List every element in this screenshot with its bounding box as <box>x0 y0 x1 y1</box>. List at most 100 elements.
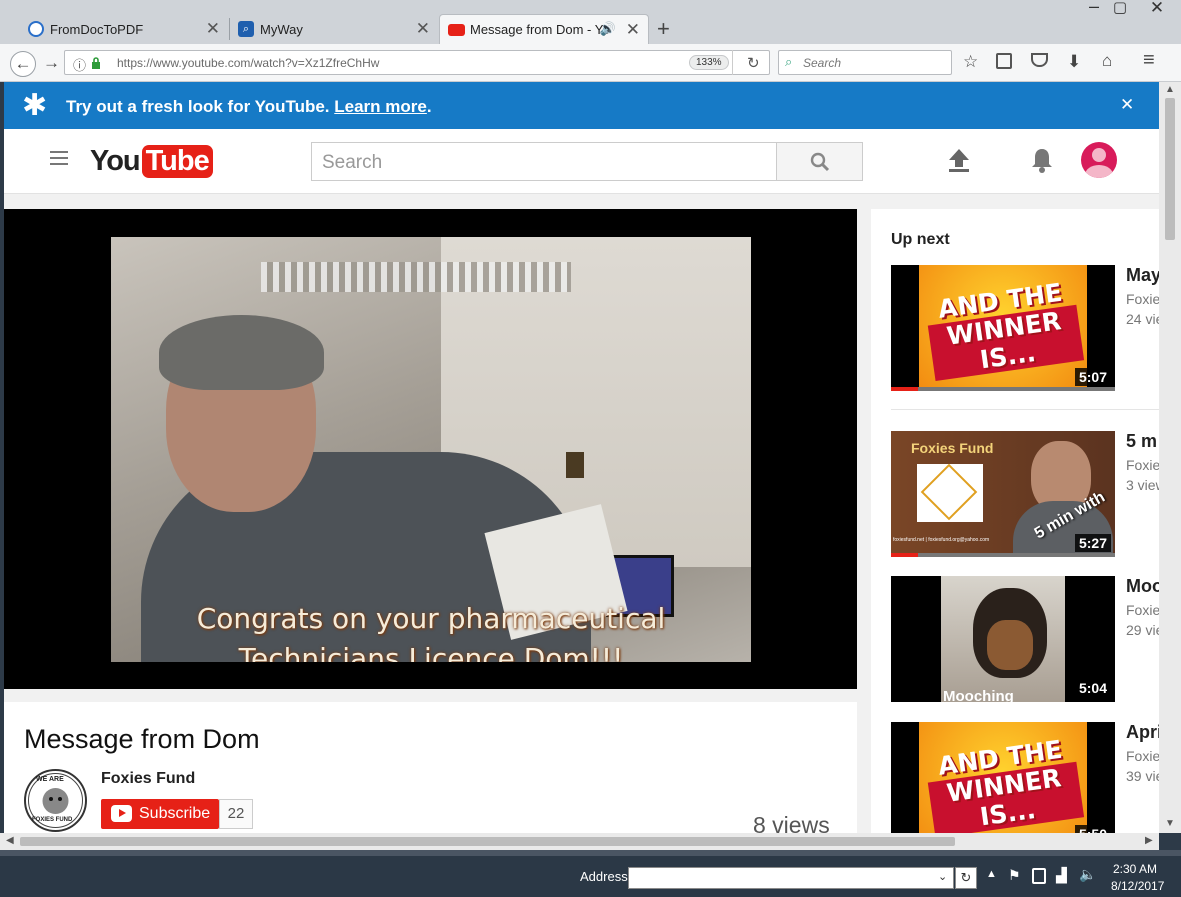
duration-badge: 5:07 <box>1074 368 1111 386</box>
view-count: 8 views <box>753 812 830 833</box>
watch-progress <box>891 387 918 391</box>
address-toolbar-input[interactable]: ⌄ <box>628 867 954 889</box>
browser-tab-bar: FromDocToPDF ✕ ⌕ MyWay ✕ Message from Do… <box>0 0 1181 44</box>
horizontal-scrollbar[interactable]: ◀ ▶ <box>0 833 1159 850</box>
rec-views: 3 view <box>1126 477 1159 493</box>
rec-views: 24 vie <box>1126 311 1159 327</box>
close-icon[interactable]: ✕ <box>416 19 430 39</box>
fromdoctopdf-icon <box>28 21 44 37</box>
vertical-scrollbar[interactable]: ▲ ▼ <box>1159 82 1181 833</box>
youtube-play-icon <box>111 805 132 822</box>
bookmark-star-icon[interactable]: ☆ <box>963 52 978 72</box>
rec-title[interactable]: Apri <box>1126 722 1159 743</box>
search-icon <box>810 152 830 172</box>
volume-icon[interactable]: 🔈 <box>1079 866 1096 883</box>
watch-progress <box>891 553 918 557</box>
rec-title[interactable]: Moo <box>1126 576 1159 597</box>
reload-icon[interactable]: ↻ <box>747 54 760 72</box>
asterisk-icon: ✱ <box>22 89 48 122</box>
horizontal-scroll-thumb[interactable] <box>20 837 955 846</box>
scroll-down-icon[interactable]: ▼ <box>1165 818 1175 829</box>
close-banner-icon[interactable]: ✕ <box>1120 95 1134 115</box>
rec-views: 39 vie <box>1126 768 1159 784</box>
battery-icon[interactable] <box>1032 868 1046 884</box>
foxies-fund-logo <box>917 463 983 522</box>
search-placeholder: Search <box>322 152 383 173</box>
tab-youtube-active[interactable]: Message from Dom - Yo 🔊 ✕ <box>439 14 649 44</box>
clock-time[interactable]: 2:30 AM <box>1113 862 1157 876</box>
speaker-icon[interactable]: 🔊 <box>600 21 616 37</box>
video-thumbnail[interactable]: Foxies Fund 5 min with foxiesfund.net | … <box>891 431 1115 557</box>
list-item[interactable]: AND THE WINNER IS... 5:50 Apri Foxie 39 … <box>891 722 1159 833</box>
learn-more-link[interactable]: Learn more <box>334 97 427 116</box>
wall-socket <box>566 452 584 478</box>
list-item[interactable]: Foxies Fund 5 min with foxiesfund.net | … <box>891 431 1159 557</box>
video-thumbnail[interactable]: AND THE WINNER IS... 5:50 <box>891 722 1115 833</box>
tab-fromdoctopdf[interactable]: FromDocToPDF ✕ <box>20 14 228 44</box>
list-item[interactable]: Mooching 5:04 Moo Foxie 29 vie <box>891 576 1159 702</box>
clock-date[interactable]: 8/12/2017 <box>1111 879 1164 893</box>
show-hidden-icons-chevron-icon[interactable]: ▲ <box>986 868 997 880</box>
upload-icon[interactable] <box>947 147 971 173</box>
rec-title[interactable]: May <box>1126 265 1159 286</box>
youtube-search-input[interactable]: Search <box>311 142 777 181</box>
address-label: Address <box>580 869 628 884</box>
rec-views: 29 vie <box>1126 622 1159 638</box>
channel-avatar[interactable]: WE ARE FOXIES FUND <box>24 769 87 832</box>
back-arrow-icon[interactable]: ← <box>10 51 36 77</box>
youtube-search-button[interactable] <box>776 142 863 181</box>
zoom-level-badge[interactable]: 133% <box>689 55 729 70</box>
close-icon[interactable]: ✕ <box>206 19 220 39</box>
myway-search-icon: ⌕ <box>238 21 254 37</box>
home-icon[interactable]: ⌂ <box>1102 51 1112 71</box>
windows-taskbar: Address ⌄ ↻ ▲ ⚑ ▟ 🔈 2:30 AM 8/12/2017 <box>0 856 1181 897</box>
window-close-icon[interactable]: ✕ <box>1142 0 1172 16</box>
search-engine-icon[interactable]: ⌕ <box>785 54 792 70</box>
rec-channel: Foxie <box>1126 291 1159 307</box>
download-icon[interactable]: ⬇ <box>1067 52 1081 72</box>
duration-badge: 5:50 <box>1074 825 1111 833</box>
close-icon[interactable]: ✕ <box>626 20 640 40</box>
youtube-logo[interactable]: You Tube <box>90 143 213 179</box>
pocket-icon[interactable] <box>1031 53 1048 67</box>
tab-myway[interactable]: ⌕ MyWay ✕ <box>230 14 438 44</box>
avatar-text-top: WE ARE <box>36 776 64 783</box>
video-frame: Congrats on your pharmaceutical Technici… <box>111 237 751 662</box>
vertical-scroll-thumb[interactable] <box>1165 98 1175 240</box>
tab-title: FromDocToPDF <box>50 21 144 37</box>
video-thumbnail[interactable]: Mooching 5:04 <box>891 576 1115 702</box>
account-avatar-icon[interactable] <box>1081 142 1117 178</box>
chevron-down-icon[interactable]: ⌄ <box>938 870 947 883</box>
notifications-bell-icon[interactable] <box>1030 146 1054 174</box>
shelf-rack <box>261 262 571 292</box>
scroll-left-icon[interactable]: ◀ <box>6 835 14 846</box>
network-signal-icon[interactable]: ▟ <box>1056 867 1067 884</box>
video-player[interactable]: Congrats on your pharmaceutical Technici… <box>4 209 857 689</box>
new-tab-icon[interactable]: + <box>657 16 670 42</box>
browser-search-input[interactable]: ⌕ Search <box>778 50 952 75</box>
menu-hamburger-icon[interactable]: ≡ <box>1143 50 1155 70</box>
scroll-right-icon[interactable]: ▶ <box>1145 835 1153 846</box>
subscribe-button[interactable]: Subscribe <box>101 799 219 829</box>
go-refresh-icon[interactable]: ↻ <box>955 867 977 889</box>
action-center-flag-icon[interactable]: ⚑ <box>1008 867 1021 884</box>
guide-menu-icon[interactable] <box>50 151 68 165</box>
info-icon[interactable]: ⓘ <box>73 55 86 74</box>
video-thumbnail[interactable]: AND THE WINNER IS... 5:07 <box>891 265 1115 391</box>
maximize-icon[interactable]: ▢ <box>1105 0 1135 16</box>
reading-list-icon[interactable] <box>996 53 1012 69</box>
page-viewport: ✱ Try out a fresh look for YouTube. Lear… <box>4 82 1159 833</box>
up-next-heading: Up next <box>891 231 950 248</box>
search-placeholder: Search <box>803 56 842 70</box>
list-item[interactable]: AND THE WINNER IS... 5:07 May Foxie 24 v… <box>891 265 1159 391</box>
avatar-text-bottom: FOXIES FUND <box>32 817 73 823</box>
duration-badge: 5:04 <box>1074 679 1111 697</box>
channel-name[interactable]: Foxies Fund <box>101 770 195 788</box>
new-look-banner: ✱ Try out a fresh look for YouTube. Lear… <box>4 82 1159 129</box>
scroll-up-icon[interactable]: ▲ <box>1165 84 1175 95</box>
url-bar[interactable]: ⓘ https://www.youtube.com/watch?v=Xz1Zfr… <box>64 50 770 75</box>
watch-progress-track <box>891 553 1115 557</box>
forward-arrow-icon[interactable]: → <box>43 53 60 73</box>
rec-title[interactable]: 5 m <box>1126 431 1157 452</box>
tab-title: Message from Dom - Yo <box>470 22 610 37</box>
